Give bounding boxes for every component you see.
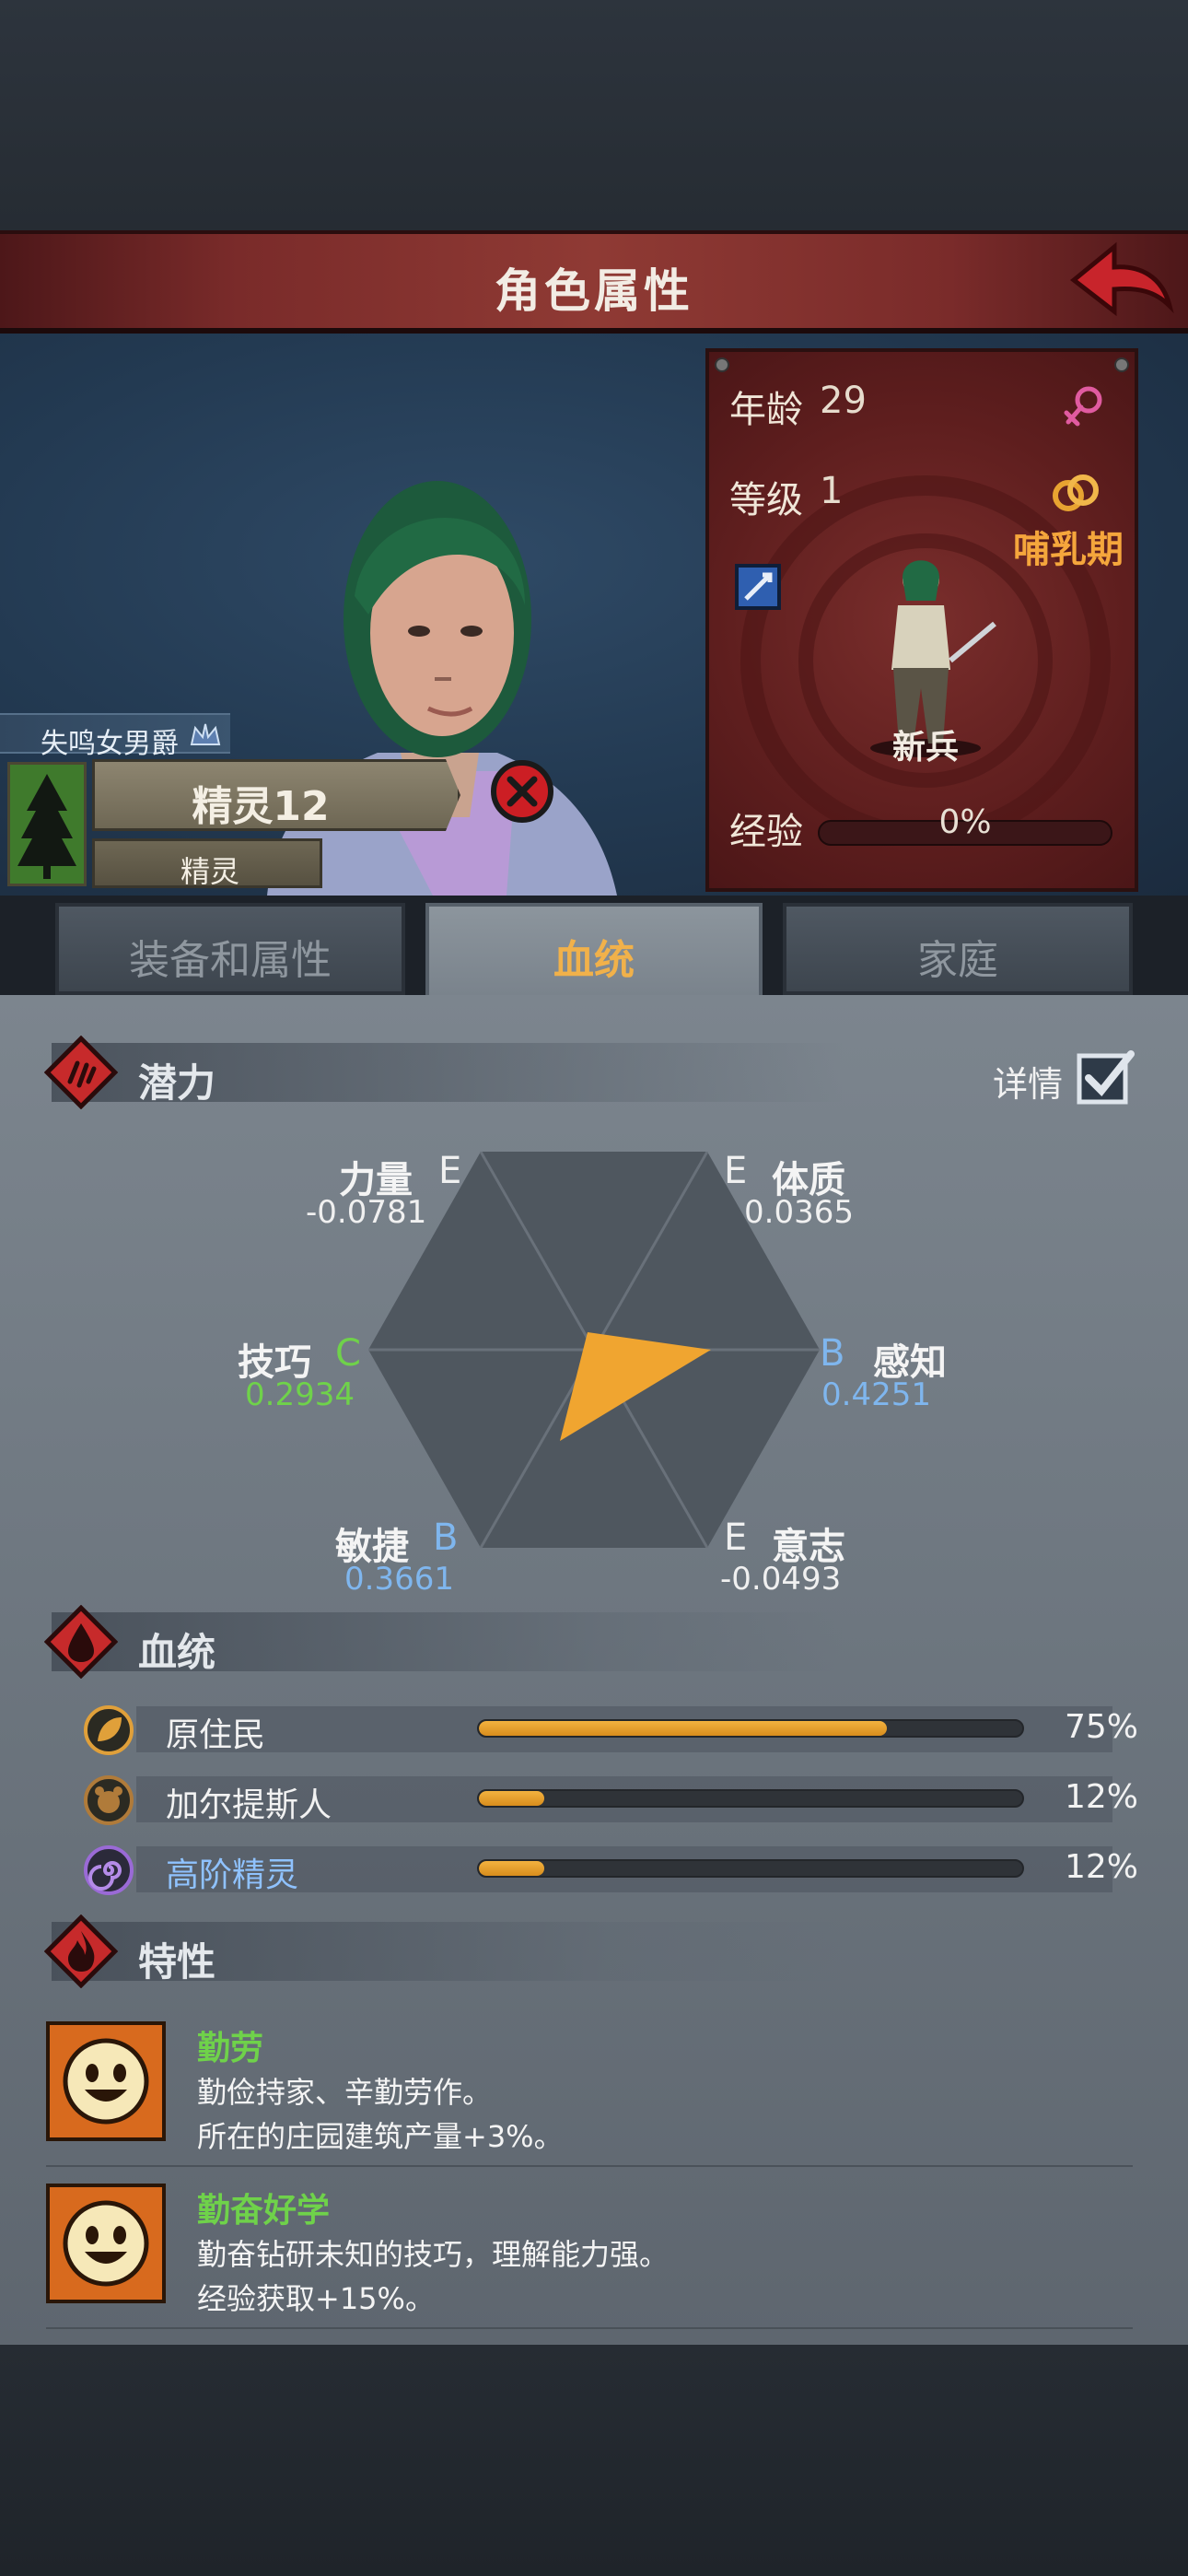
age-value: 29 xyxy=(820,380,867,422)
trait-name: 勤奋好学 xyxy=(197,2192,331,2230)
trait-description: 勤奋钻研未知的技巧，理解能力强。 xyxy=(197,2237,670,2272)
attr-strength-grade: E xyxy=(438,1150,462,1192)
bloodline-row[interactable]: 高阶精灵 12% xyxy=(52,1841,1138,1896)
bloodline-fill xyxy=(479,1721,887,1736)
smiley-face-icon xyxy=(46,2021,166,2141)
sword-skill-icon[interactable] xyxy=(735,564,781,610)
details-label: 详情 xyxy=(993,1064,1064,1105)
bloodline-fill xyxy=(479,1861,544,1876)
close-icon[interactable] xyxy=(490,759,554,824)
bloodline-name: 原住民 xyxy=(166,1716,266,1754)
trait-effect: 经验获取+15%。 xyxy=(197,2281,435,2316)
traits-title: 特性 xyxy=(138,1939,216,1985)
trait-name: 勤劳 xyxy=(197,2030,264,2067)
attr-constitution-grade: E xyxy=(724,1150,748,1192)
potential-header: 潜力 xyxy=(44,1036,844,1109)
attr-will-value: -0.0493 xyxy=(720,1561,842,1598)
trait-description: 勤俭持家、辛勤劳作。 xyxy=(197,2075,493,2110)
beast-icon xyxy=(84,1775,134,1825)
character-name: 精灵12 xyxy=(192,783,330,830)
back-arrow-icon[interactable] xyxy=(1066,240,1177,332)
house-banner[interactable] xyxy=(7,762,87,886)
attr-skill-grade: C xyxy=(335,1332,361,1375)
bloodline-percent: 12% xyxy=(1064,1848,1138,1886)
age-label: 年龄 xyxy=(729,389,803,431)
trait-item[interactable]: 勤奋好学 勤奋钻研未知的技巧，理解能力强。 经验获取+15%。 xyxy=(46,2184,1133,2331)
bloodline-content: 潜力 详情 力量 E -0.0781 E 体质 0.0365 技巧 C 0.29… xyxy=(0,995,1188,2345)
attr-perception-value: 0.4251 xyxy=(821,1376,931,1413)
noble-title: 失鸣女男爵 xyxy=(41,728,179,760)
leaf-icon xyxy=(84,1705,134,1755)
smiley-face-icon xyxy=(46,2184,166,2303)
bloodline-fill xyxy=(479,1791,544,1806)
spiral-icon xyxy=(84,1845,134,1895)
attr-agility-grade: B xyxy=(433,1516,459,1559)
unit-name: 新兵 xyxy=(891,729,959,767)
page-title: 角色属性 xyxy=(495,264,693,318)
bloodline-header: 血统 xyxy=(44,1605,844,1679)
tab-family[interactable]: 家庭 xyxy=(783,903,1133,995)
status-panel: 年龄 29 等级 1 哺乳期 新兵 经验 0% xyxy=(705,348,1138,892)
level-label: 等级 xyxy=(729,479,803,521)
attr-will-grade: E xyxy=(724,1516,748,1559)
bloodline-percent: 75% xyxy=(1064,1708,1138,1746)
blood-drop-icon xyxy=(44,1605,118,1679)
tab-equipment[interactable]: 装备和属性 xyxy=(55,903,405,995)
bloodline-name: 高阶精灵 xyxy=(166,1856,299,1894)
level-value: 1 xyxy=(820,470,844,512)
tree-icon xyxy=(10,765,84,884)
potential-title: 潜力 xyxy=(138,1060,216,1106)
life-stage: 哺乳期 xyxy=(1013,529,1124,571)
female-gender-icon xyxy=(1064,386,1102,427)
top-background xyxy=(0,0,1188,230)
details-checkbox[interactable] xyxy=(1076,1048,1135,1106)
divider xyxy=(46,2165,1133,2167)
bloodline-name: 加尔提斯人 xyxy=(166,1786,332,1824)
bloodline-percent: 12% xyxy=(1064,1778,1138,1816)
bloodline-row[interactable]: 加尔提斯人 12% xyxy=(52,1771,1138,1826)
bloodline-bar xyxy=(477,1789,1024,1808)
divider xyxy=(46,2327,1133,2329)
character-name-plate[interactable]: 精灵12 xyxy=(92,759,460,831)
bloodline-bar xyxy=(477,1859,1024,1878)
crown-icon xyxy=(190,723,221,745)
bloodline-bar xyxy=(477,1719,1024,1738)
attr-strength-value: -0.0781 xyxy=(306,1194,427,1231)
exp-percent: 0% xyxy=(938,803,992,841)
panel-bolt xyxy=(715,357,729,372)
traits-header: 特性 xyxy=(44,1914,844,1988)
attr-constitution-value: 0.0365 xyxy=(744,1194,854,1231)
bloodline-title: 血统 xyxy=(138,1630,216,1675)
exp-label: 经验 xyxy=(729,811,803,853)
race-plate: 精灵 xyxy=(92,838,322,889)
attr-agility-value: 0.3661 xyxy=(344,1561,454,1598)
attr-skill-value: 0.2934 xyxy=(245,1376,355,1413)
trait-item[interactable]: 勤劳 勤俭持家、辛勤劳作。 所在的庄园建筑产量+3%。 xyxy=(46,2021,1133,2169)
flame-icon xyxy=(44,1914,118,1988)
rings-icon xyxy=(1053,474,1099,511)
bottom-background xyxy=(0,2345,1188,2576)
title-banner: 角色属性 xyxy=(0,230,1188,334)
tab-bar: 装备和属性 血统 家庭 xyxy=(0,896,1188,995)
character-race: 精灵 xyxy=(180,854,239,889)
panel-bolt xyxy=(1114,357,1129,372)
claw-icon xyxy=(44,1036,118,1109)
bloodline-row[interactable]: 原住民 75% xyxy=(52,1701,1138,1756)
trait-effect: 所在的庄园建筑产量+3%。 xyxy=(197,2119,564,2154)
attr-perception-grade: B xyxy=(820,1332,845,1375)
tab-bloodline[interactable]: 血统 xyxy=(425,903,763,995)
noble-title-plate: 失鸣女男爵 xyxy=(0,713,230,760)
